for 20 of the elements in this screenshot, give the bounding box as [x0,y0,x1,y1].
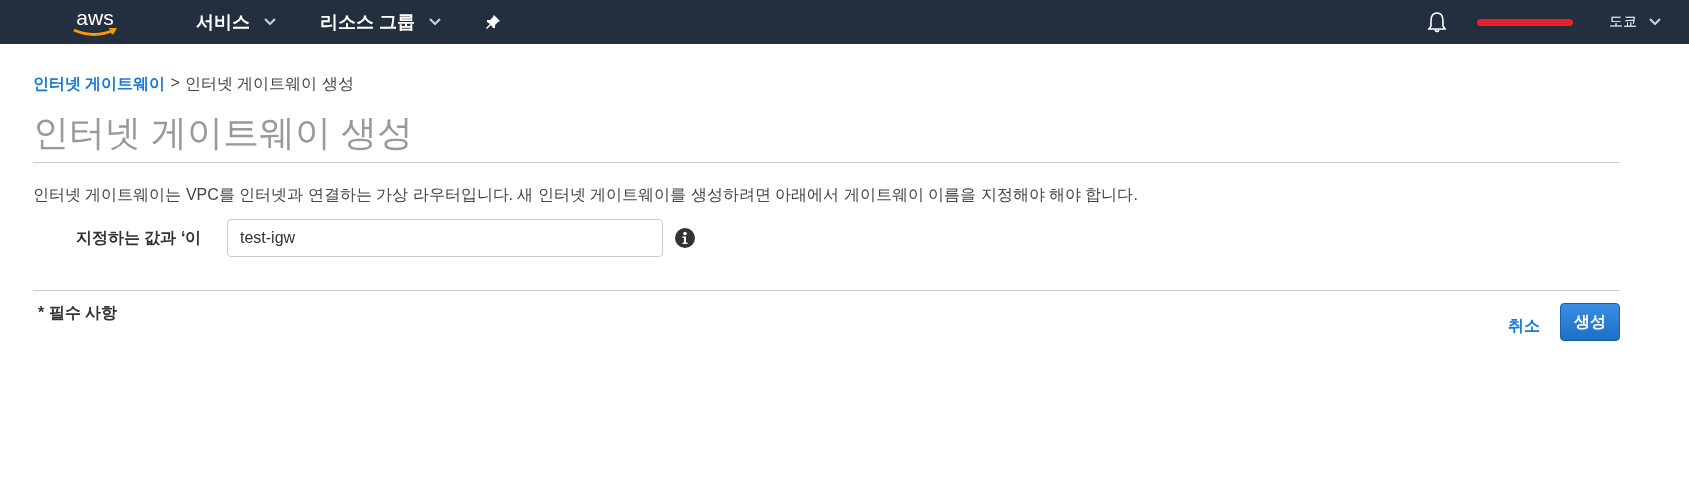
breadcrumb-link[interactable]: 인터넷 게이트웨이 [33,74,166,95]
field-label: 지정하는 값과 ‘이 [76,227,203,248]
info-icon[interactable] [675,228,695,248]
page-title: 인터넷 게이트웨이 생성 [33,109,1620,163]
aws-logo[interactable]: aws [72,6,118,38]
bell-icon[interactable] [1427,11,1447,33]
nav-menu[interactable]: 서비스 [196,10,276,34]
cancel-link[interactable]: 취소 [1502,311,1546,341]
region-menu[interactable]: 도쿄 [1603,12,1667,32]
create-button[interactable]: 생성 [1560,303,1620,341]
caret-icon [264,18,276,26]
input-field[interactable]: test-igw [227,219,663,257]
breadcrumb-separator: > [170,74,180,93]
pin-icon[interactable] [485,14,501,30]
breadcrumb-current: 인터넷 게이트웨이 생성 [184,74,354,94]
required-note: * 필수 사항 [38,303,118,323]
caret-icon [429,18,441,26]
nav-menu[interactable]: 리소스 그룹 [320,10,441,34]
caret-icon [1649,18,1661,26]
description-text: 인터넷 게이트웨이는 VPC를 인터넷과 연결하는 가상 라우터입니다. 새 인터넷 게이트웨이를 생성하려면 아래에서 게이트웨이 이름을 지정해야 해야 합니다. [33,185,1139,205]
